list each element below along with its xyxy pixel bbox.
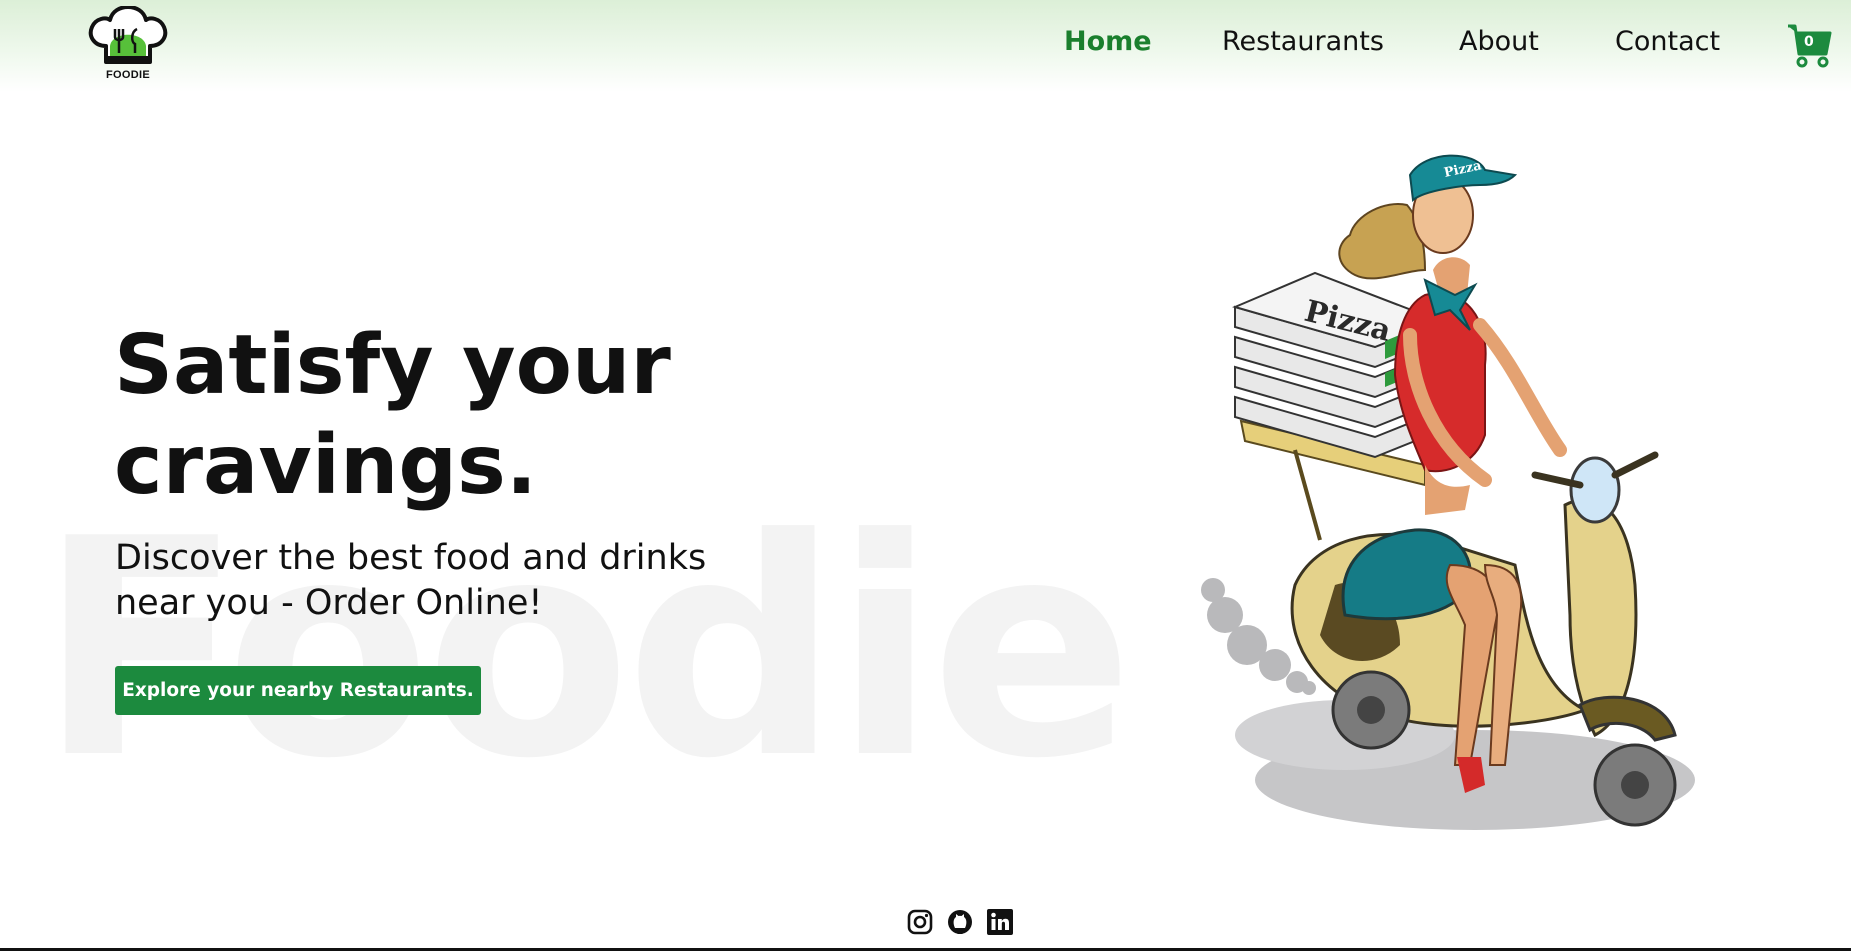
pizza-delivery-illustration: Pizza Pizza	[1201, 154, 1695, 830]
hero-subtitle: Discover the best food and drinks near y…	[115, 538, 707, 623]
hero-title: Satisfy your cravings.	[114, 318, 671, 513]
chef-hat-logo-icon	[88, 5, 168, 64]
github-icon	[948, 910, 972, 934]
github-link[interactable]	[947, 909, 973, 935]
cart-count-badge: 0	[1804, 34, 1814, 50]
nav-home-link[interactable]: Home	[1064, 26, 1152, 57]
instagram-link[interactable]	[907, 909, 933, 935]
instagram-icon	[907, 909, 933, 935]
nav-about-link[interactable]: About	[1459, 26, 1539, 57]
logo-text: FOODIE	[106, 69, 150, 81]
linkedin-link[interactable]	[987, 909, 1013, 935]
foodie-logo[interactable]: FOODIE	[86, 5, 170, 86]
nav-restaurants-link[interactable]: Restaurants	[1222, 26, 1384, 57]
navbar: FOODIE Home Restaurants About Contact 0	[0, 0, 1851, 92]
nav-contact-link[interactable]: Contact	[1615, 26, 1720, 57]
explore-restaurants-button[interactable]: Explore your nearby Restaurants.	[115, 666, 481, 715]
linkedin-icon	[987, 909, 1013, 935]
cart-button[interactable]: 0	[1786, 24, 1832, 68]
